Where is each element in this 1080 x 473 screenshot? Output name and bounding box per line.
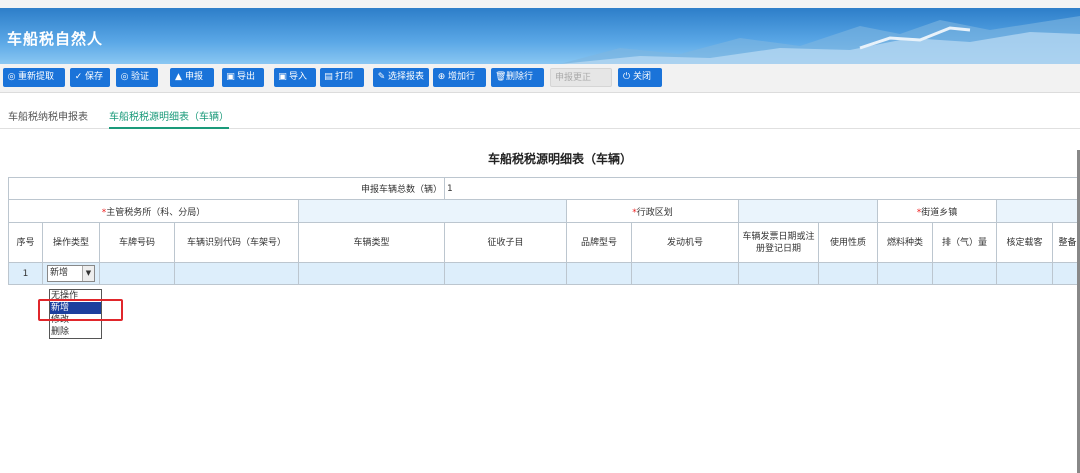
vin-cell[interactable] xyxy=(174,262,299,285)
form-title: 车船税税源明细表（车辆） xyxy=(487,152,632,166)
highlight-box xyxy=(38,299,123,321)
export-icon: ▣ xyxy=(226,72,235,82)
select-report-icon: ✎ xyxy=(377,72,386,82)
validate-icon: ◎ xyxy=(120,72,129,82)
column-header: 排（气）量 xyxy=(932,222,997,263)
add-row-button[interactable]: ⊕ 增加行 xyxy=(433,68,486,87)
brand-model-cell[interactable] xyxy=(566,262,632,285)
correct-declaration-button[interactable]: 申报更正 xyxy=(550,68,612,87)
column-header: 序号 xyxy=(8,222,43,263)
app-title: 车船税自然人 xyxy=(7,30,104,48)
fuel-type-cell[interactable] xyxy=(877,262,933,285)
refresh-icon: ◎ xyxy=(7,72,16,82)
tab-declaration-form[interactable]: 车船税纳税申报表 xyxy=(8,108,88,127)
total-vehicles-label: 申报车辆总数（辆） xyxy=(174,177,445,200)
column-header: 车辆识别代码（车架号） xyxy=(174,222,299,263)
save-icon: ✓ xyxy=(74,72,83,82)
street-field[interactable] xyxy=(996,199,1080,223)
column-header: 征收子目 xyxy=(444,222,567,263)
app-banner: 车船税自然人 xyxy=(0,8,1080,64)
toolbar-button-label: 导入 xyxy=(289,72,308,82)
vehicle-grid: 申报车辆总数（辆） 1 *主管税务所（科、分局） *行政区划 *街道乡镇 序号操… xyxy=(8,177,1080,290)
dropdown-arrow-icon[interactable]: ▼ xyxy=(82,266,94,281)
save-button[interactable]: ✓ 保存 xyxy=(70,68,110,87)
print-button[interactable]: ▤ 打印 xyxy=(320,68,364,87)
column-header: 发动机号 xyxy=(631,222,739,263)
curb-weight-cell[interactable] xyxy=(1052,262,1080,285)
row-index: 1 xyxy=(8,262,43,285)
toolbar-button-label: 验证 xyxy=(131,72,150,82)
region-field[interactable] xyxy=(738,199,878,223)
refresh-button[interactable]: ◎ 重新提取 xyxy=(3,68,65,87)
delete-row-button[interactable]: 🗑删除行 xyxy=(491,68,544,87)
declare-icon: ▲ xyxy=(175,72,182,82)
export-button[interactable]: ▣ 导出 xyxy=(222,68,264,87)
usage-cell[interactable] xyxy=(818,262,878,285)
toolbar-button-label: 重新提取 xyxy=(18,72,55,82)
validate-button[interactable]: ◎ 验证 xyxy=(116,68,158,87)
toolbar-button-label: 选择报表 xyxy=(388,72,425,82)
op-type-value: 新增 xyxy=(50,268,69,278)
toolbar-button-label: 申报更正 xyxy=(555,73,592,83)
toolbar-button-label: 打印 xyxy=(335,72,354,82)
toolbar: ◎ 重新提取 ✓ 保存 ◎ 验证 ▲ 申报 ▣ 导出 ▣ 导入 ▤ 打印 ✎ 选择报表 ⊕ 增加行 🗑删除行 申报更正… xyxy=(0,64,1080,93)
engine-number-cell[interactable] xyxy=(631,262,739,285)
capacity-cell[interactable] xyxy=(996,262,1053,285)
plate-number-cell[interactable] xyxy=(99,262,175,285)
column-header: 品牌型号 xyxy=(566,222,632,263)
total-vehicles-value[interactable]: 1 xyxy=(444,177,1080,200)
column-header: 整备 xyxy=(1052,222,1080,263)
op-type-cell[interactable]: 新增 ▼ xyxy=(42,262,100,285)
print-icon: ▤ xyxy=(324,72,333,82)
toolbar-button-label: 导出 xyxy=(237,72,256,82)
column-header: 燃料种类 xyxy=(877,222,933,263)
tax-office-label: *主管税务所（科、分局） xyxy=(8,199,299,223)
tab-vehicle-source-detail[interactable]: 车船税税源明细表（车辆） xyxy=(109,108,229,129)
column-header: 车辆类型 xyxy=(298,222,445,263)
great-wall-illustration xyxy=(560,16,1080,64)
declare-button[interactable]: ▲ 申报 xyxy=(170,68,214,87)
toolbar-button-label: 申报 xyxy=(185,72,204,82)
close-button[interactable]: ⏻ 关闭 xyxy=(618,68,662,87)
dropdown-option[interactable]: 删除 xyxy=(50,326,101,338)
tax-item-cell[interactable] xyxy=(444,262,567,285)
op-type-select[interactable]: 新增 ▼ xyxy=(47,265,95,282)
vehicle-type-cell[interactable] xyxy=(298,262,445,285)
close-icon: ⏻ xyxy=(622,72,631,82)
register-date-cell[interactable] xyxy=(738,262,819,285)
import-button[interactable]: ▣ 导入 xyxy=(274,68,316,87)
select-report-button[interactable]: ✎ 选择报表 xyxy=(373,68,429,87)
toolbar-button-label: 关闭 xyxy=(633,72,652,82)
import-icon: ▣ xyxy=(278,72,287,82)
column-header: 操作类型 xyxy=(42,222,100,263)
displacement-cell[interactable] xyxy=(932,262,997,285)
toolbar-button-label: 保存 xyxy=(85,72,104,82)
region-label: *行政区划 xyxy=(566,199,739,223)
column-header: 核定载客 xyxy=(996,222,1053,263)
column-header: 使用性质 xyxy=(818,222,878,263)
toolbar-button-label: 删除行 xyxy=(506,72,534,82)
add-row-icon: ⊕ xyxy=(437,72,446,82)
delete-row-icon: 🗑 xyxy=(495,72,507,82)
column-header: 车牌号码 xyxy=(99,222,175,263)
street-label: *街道乡镇 xyxy=(877,199,997,223)
toolbar-button-label: 增加行 xyxy=(448,72,476,82)
column-header: 车辆发票日期或注册登记日期 xyxy=(738,222,819,263)
tax-office-field[interactable] xyxy=(298,199,567,223)
tab-bar: 车船税纳税申报表 车船税税源明细表（车辆） xyxy=(0,104,1080,129)
total-label-spacer xyxy=(8,177,175,200)
